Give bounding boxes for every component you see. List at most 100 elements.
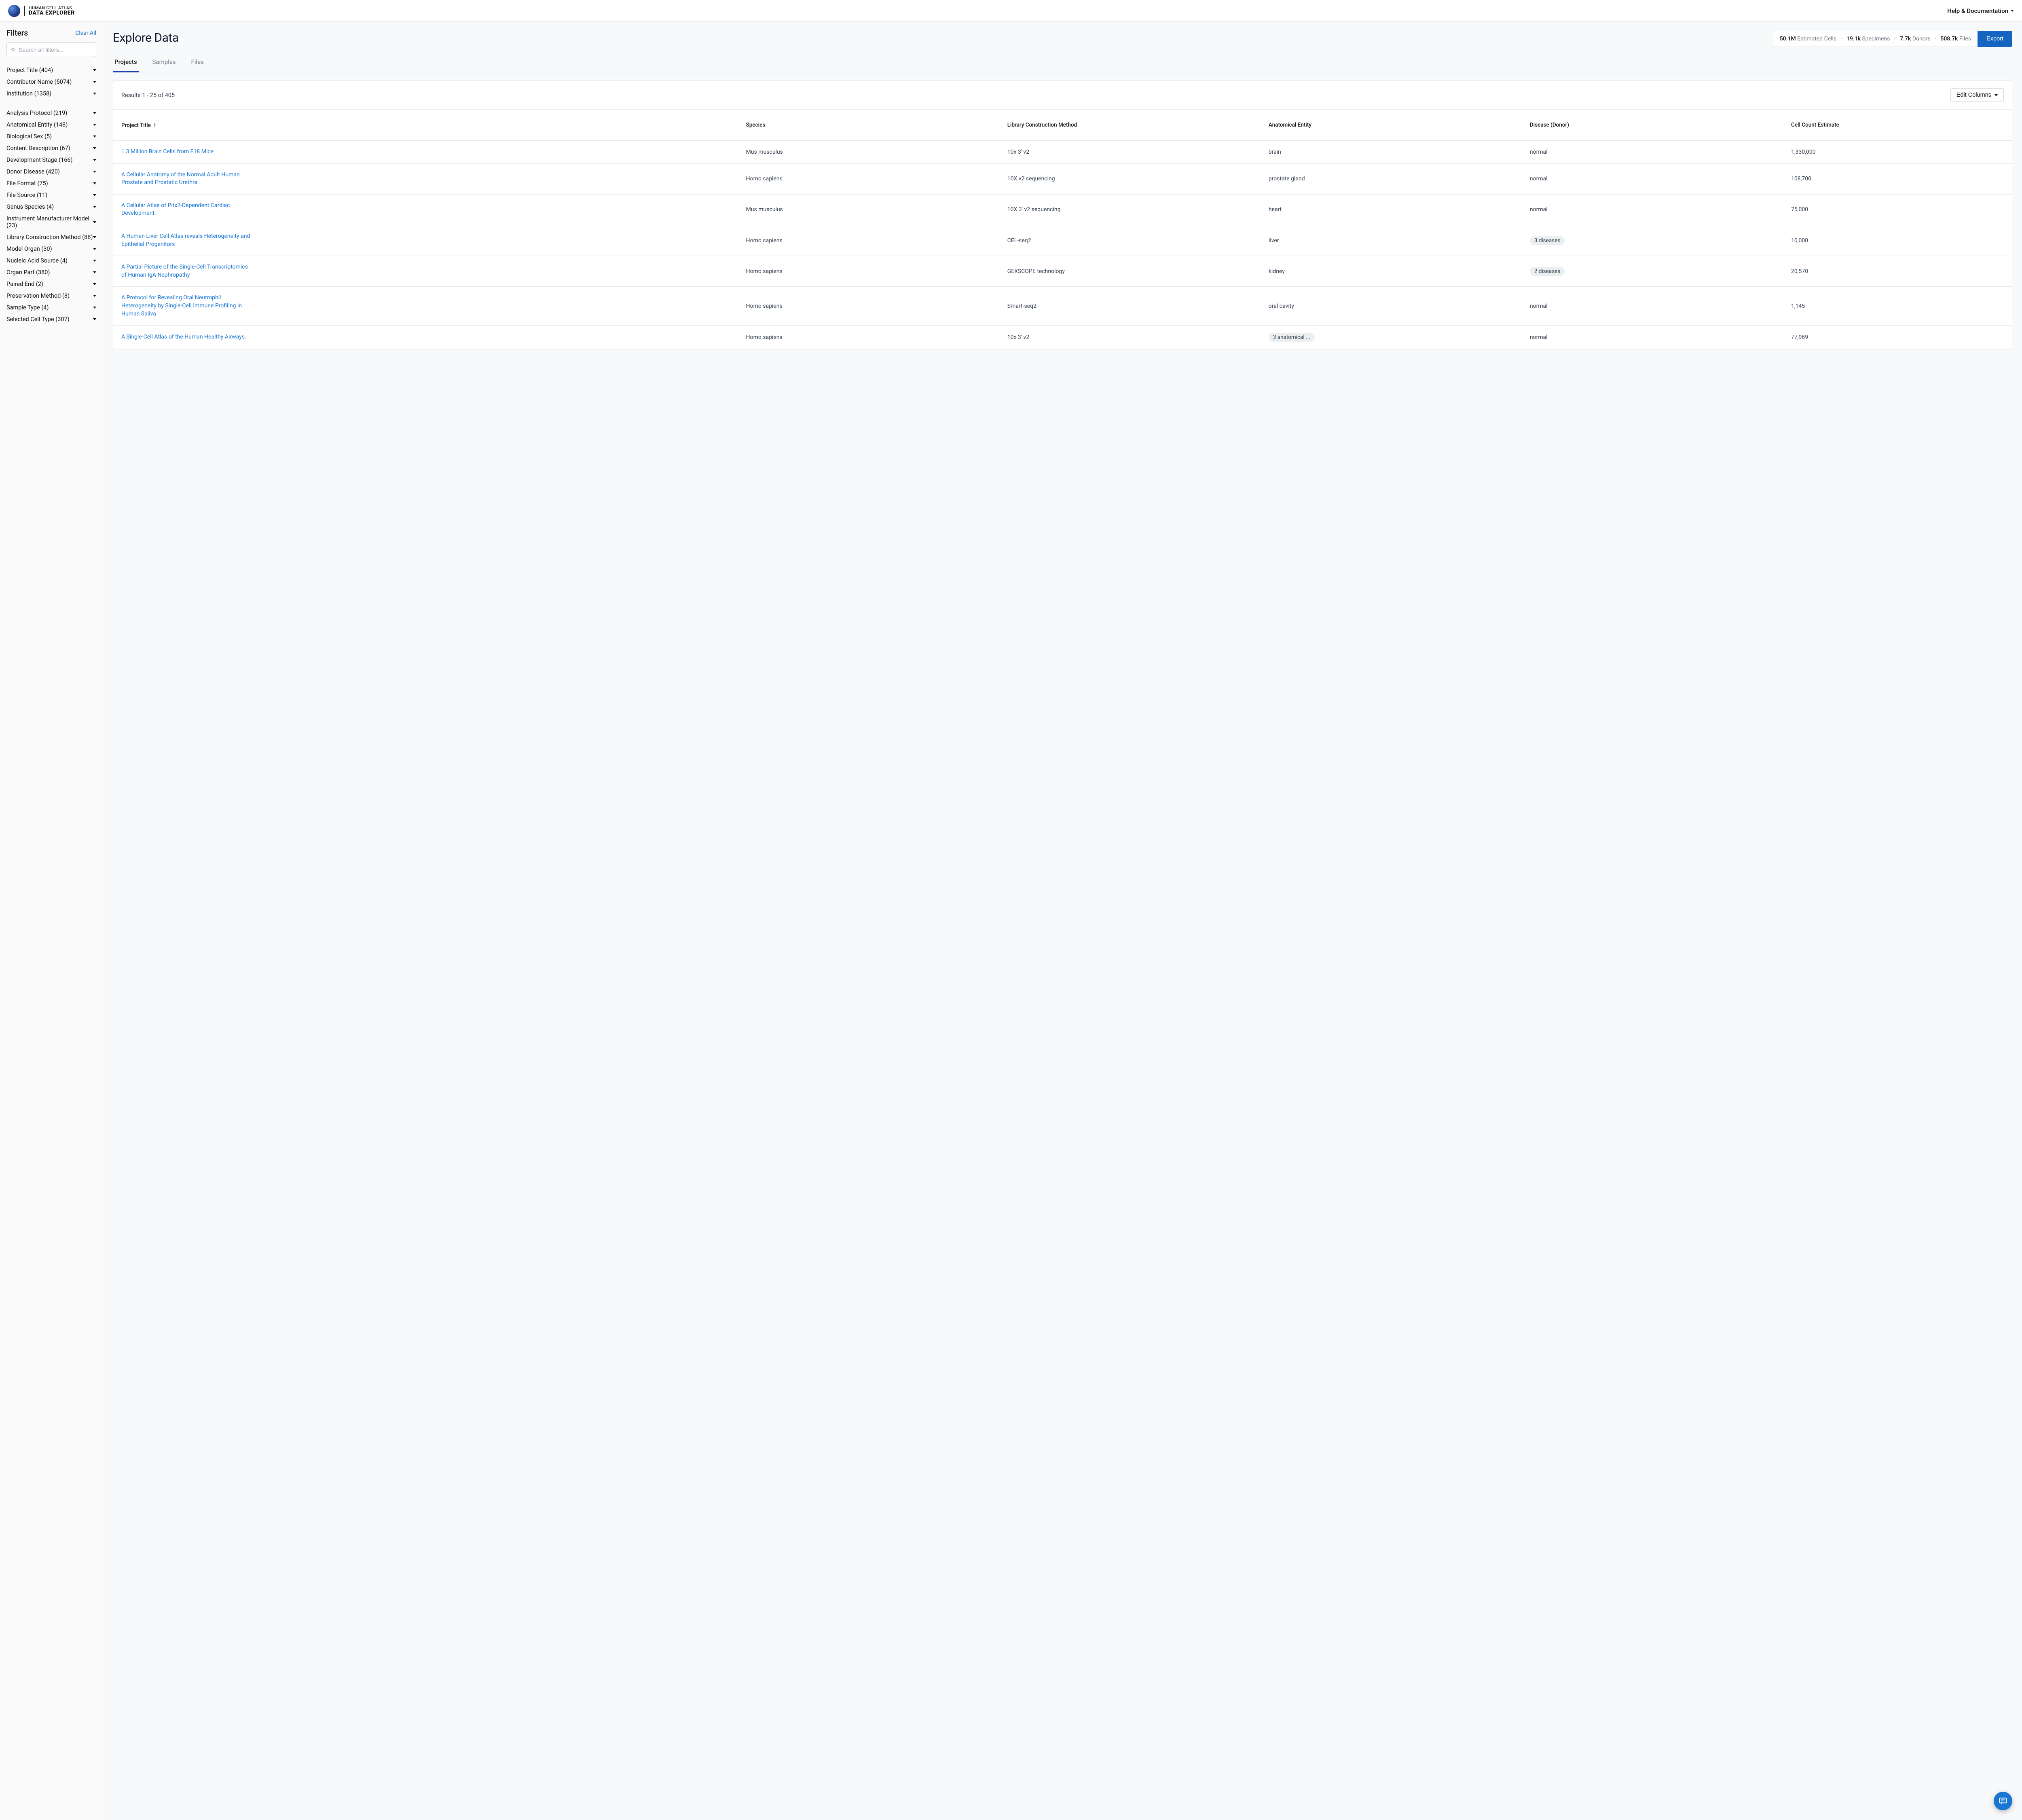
filter-item[interactable]: Donor Disease (420)	[6, 166, 96, 178]
filter-item[interactable]: Institution (1358)	[6, 88, 96, 99]
chevron-down-icon	[93, 69, 96, 71]
results-count: Results 1 - 25 of 405	[121, 92, 175, 99]
chip[interactable]: 2 diseases	[1530, 267, 1565, 276]
filter-item[interactable]: Selected Cell Type (307)	[6, 313, 96, 325]
clear-all-button[interactable]: Clear All	[75, 30, 96, 36]
project-link[interactable]: A Cellular Atlas of Pitx2-Dependent Card…	[121, 202, 251, 218]
table-row: A Protocol for Revealing Oral Neutrophil…	[113, 287, 2012, 326]
project-link[interactable]: A Human Liver Cell Atlas reveals Heterog…	[121, 233, 251, 248]
filter-label: Organ Part (380)	[6, 269, 50, 276]
filter-search[interactable]	[6, 42, 96, 57]
cell-library-method: Smart-seq2	[1002, 287, 1263, 326]
filter-label: Selected Cell Type (307)	[6, 316, 70, 323]
table-row: A Cellular Atlas of Pitx2-Dependent Card…	[113, 194, 2012, 225]
feedback-fab[interactable]	[1994, 1792, 2012, 1810]
filter-label: Institution (1358)	[6, 90, 51, 97]
chevron-down-icon	[93, 318, 96, 320]
chevron-down-icon	[93, 171, 96, 173]
topbar: HUMAN CELL ATLAS DATA EXPLORER Help & Do…	[0, 0, 2022, 22]
cell-species: Mus musculus	[740, 194, 1002, 225]
cell-disease: 2 diseases	[1524, 256, 1785, 287]
results-card: Results 1 - 25 of 405 Edit Columns Proje…	[113, 80, 2012, 349]
filter-item[interactable]: Genus Species (4)	[6, 201, 96, 213]
filter-item[interactable]: Instrument Manufacturer Model (23)	[6, 213, 96, 231]
column-header[interactable]: Species	[740, 110, 1002, 141]
cell-species: Homo sapiens	[740, 326, 1002, 349]
column-header[interactable]: Project Title↑	[113, 110, 740, 141]
column-header[interactable]: Anatomical Entity	[1263, 110, 1524, 141]
chevron-down-icon	[93, 112, 96, 114]
filter-item[interactable]: Sample Type (4)	[6, 302, 96, 313]
cell-anatomical-entity: 3 anatomical ...	[1263, 326, 1524, 349]
help-documentation-link[interactable]: Help & Documentation	[1947, 7, 2014, 15]
logo[interactable]: HUMAN CELL ATLAS DATA EXPLORER	[8, 5, 75, 17]
filter-label: Content Description (67)	[6, 145, 70, 152]
filter-item[interactable]: Paired End (2)	[6, 278, 96, 290]
filter-item[interactable]: Analysis Protocol (219)	[6, 107, 96, 119]
stat-item: 19.1k Specimens	[1846, 36, 1890, 42]
project-link[interactable]: 1.3 Million Brain Cells from E18 Mice	[121, 148, 251, 156]
filter-label: Donor Disease (420)	[6, 168, 60, 175]
chevron-down-icon	[93, 135, 96, 138]
cell-library-method: GEXSCOPE technology	[1002, 256, 1263, 287]
filter-item[interactable]: Model Organ (30)	[6, 243, 96, 255]
stat-value: 50.1M	[1780, 36, 1796, 42]
filter-item[interactable]: Organ Part (380)	[6, 267, 96, 278]
filter-label: Biological Sex (5)	[6, 133, 52, 140]
filter-item[interactable]: Contributor Name (5074)	[6, 76, 96, 88]
filter-item[interactable]: Content Description (67)	[6, 142, 96, 154]
cell-species: Homo sapiens	[740, 256, 1002, 287]
feedback-icon	[1999, 1797, 2007, 1805]
project-link[interactable]: A Single-Cell Atlas of the Human Healthy…	[121, 333, 251, 341]
cell-count: 75,000	[1785, 194, 2012, 225]
column-header[interactable]: Cell Count Estimate	[1785, 110, 2012, 141]
brand-line1: HUMAN CELL ATLAS	[29, 6, 75, 10]
summary-stats: 50.1M Estimated Cells•19.1k Specimens•7.…	[1773, 31, 1978, 47]
filter-item[interactable]: File Format (75)	[6, 178, 96, 189]
cell-anatomical-entity: liver	[1263, 225, 1524, 256]
chevron-down-icon	[93, 124, 96, 126]
chip[interactable]: 3 diseases	[1530, 236, 1565, 245]
filter-item[interactable]: Nucleic Acid Source (4)	[6, 255, 96, 267]
project-link[interactable]: A Protocol for Revealing Oral Neutrophil…	[121, 294, 251, 318]
filter-item[interactable]: Library Construction Method (88)	[6, 231, 96, 243]
cell-count: 10,000	[1785, 225, 2012, 256]
filter-item[interactable]: Biological Sex (5)	[6, 131, 96, 142]
edit-columns-button[interactable]: Edit Columns	[1950, 88, 2004, 102]
cell-species: Homo sapiens	[740, 163, 1002, 194]
filter-label: Nucleic Acid Source (4)	[6, 257, 68, 264]
cell-count: 1,145	[1785, 287, 2012, 326]
filter-label: Contributor Name (5074)	[6, 78, 72, 85]
cell-count: 1,330,000	[1785, 141, 2012, 164]
filter-item[interactable]: Project Title (404)	[6, 64, 96, 76]
filter-item[interactable]: Preservation Method (8)	[6, 290, 96, 302]
cell-library-method: CEL-seq2	[1002, 225, 1263, 256]
chip[interactable]: 3 anatomical ...	[1269, 333, 1315, 342]
tab-projects[interactable]: Projects	[113, 55, 139, 72]
cell-species: Homo sapiens	[740, 287, 1002, 326]
logo-icon	[8, 5, 20, 17]
separator-dot: •	[1894, 36, 1896, 42]
logo-text: HUMAN CELL ATLAS DATA EXPLORER	[24, 6, 75, 16]
chevron-down-icon	[93, 295, 96, 297]
search-icon	[11, 46, 15, 53]
cell-anatomical-entity: kidney	[1263, 256, 1524, 287]
project-link[interactable]: A Cellular Anatomy of the Normal Adult H…	[121, 171, 251, 187]
filter-label: Project Title (404)	[6, 67, 53, 74]
filter-label: Library Construction Method (88)	[6, 234, 93, 241]
tab-files[interactable]: Files	[190, 55, 205, 72]
cell-species: Homo sapiens	[740, 225, 1002, 256]
column-header[interactable]: Library Construction Method	[1002, 110, 1263, 141]
filter-item[interactable]: Anatomical Entity (148)	[6, 119, 96, 131]
main-content: Explore Data 50.1M Estimated Cells•19.1k…	[103, 22, 2022, 1820]
cell-disease: normal	[1524, 326, 1785, 349]
export-button[interactable]: Export	[1978, 31, 2012, 47]
stat-label: Specimens	[1861, 36, 1890, 42]
filter-item[interactable]: File Source (11)	[6, 189, 96, 201]
help-label: Help & Documentation	[1947, 7, 2008, 15]
tab-samples[interactable]: Samples	[151, 55, 178, 72]
column-header[interactable]: Disease (Donor)	[1524, 110, 1785, 141]
project-link[interactable]: A Partial Picture of the Single-Cell Tra…	[121, 263, 251, 279]
filter-search-input[interactable]	[19, 47, 92, 53]
filter-item[interactable]: Development Stage (166)	[6, 154, 96, 166]
